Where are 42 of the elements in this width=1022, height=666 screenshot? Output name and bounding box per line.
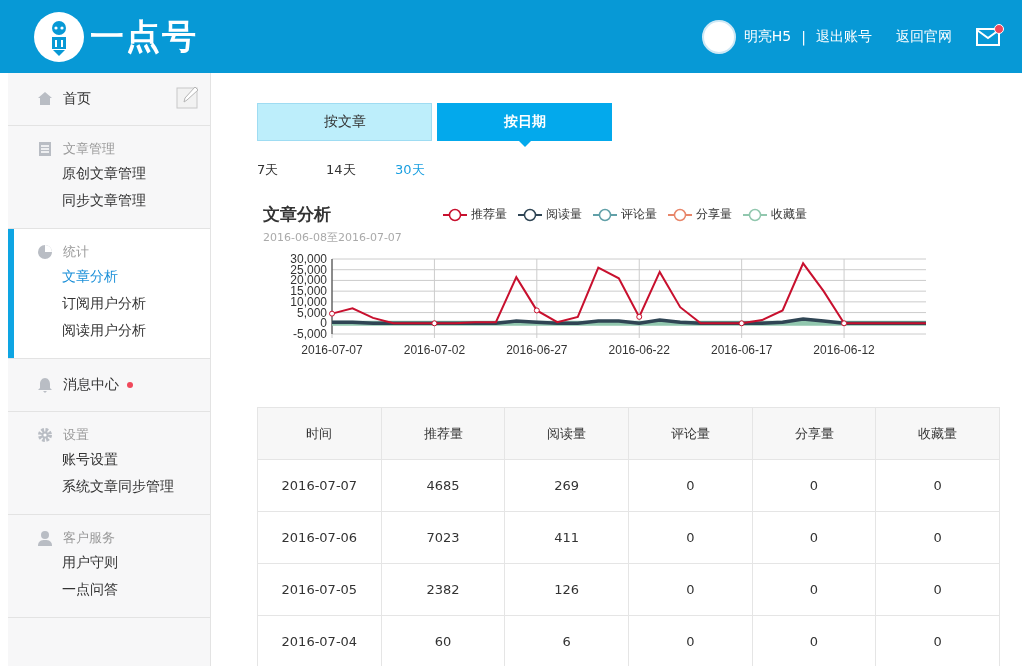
section-heading: 设置 xyxy=(63,426,89,444)
section-heading: 客户服务 xyxy=(63,529,115,547)
y-axis-label: -5,000 xyxy=(292,327,327,341)
separator: | xyxy=(801,28,806,45)
table-cell: 0 xyxy=(752,563,876,616)
table-cell: 0 xyxy=(628,459,753,512)
table-cell: 2016-07-04 xyxy=(257,615,382,666)
table-cell: 126 xyxy=(504,563,629,616)
column-header: 阅读量 xyxy=(504,407,629,460)
column-header: 评论量 xyxy=(628,407,753,460)
column-header: 时间 xyxy=(257,407,382,460)
table-cell: 2016-07-05 xyxy=(257,563,382,616)
x-axis-label: 2016-07-07 xyxy=(301,343,363,357)
chart-title: 文章分析 xyxy=(263,203,332,226)
table-cell: 0 xyxy=(875,563,1000,616)
table-cell: 2016-07-07 xyxy=(257,459,382,512)
table-cell: 4685 xyxy=(381,459,505,512)
date-range-text: 2016-06-08至2016-07-07 xyxy=(263,230,403,245)
x-axis-label: 2016-07-02 xyxy=(403,343,466,357)
user-name: 明亮H5 xyxy=(743,27,792,46)
table-cell: 0 xyxy=(875,459,1000,512)
section-heading: 文章管理 xyxy=(63,140,115,158)
table-cell: 7023 xyxy=(381,511,505,564)
table-cell: 0 xyxy=(752,459,876,512)
section-heading: 统计 xyxy=(63,243,89,261)
column-header: 分享量 xyxy=(752,407,876,460)
table-cell: 0 xyxy=(875,511,1000,564)
y-axis-label: 30,000 xyxy=(290,252,327,266)
column-header: 收藏量 xyxy=(875,407,1000,460)
table-cell: 269 xyxy=(504,459,629,512)
table-cell: 2382 xyxy=(381,563,505,616)
table-cell: 0 xyxy=(752,511,876,564)
table-cell: 0 xyxy=(628,511,753,564)
x-axis-label: 2016-06-17 xyxy=(710,343,773,357)
table-cell: 2016-07-06 xyxy=(257,511,382,564)
x-axis-label: 2016-06-12 xyxy=(813,343,875,357)
table-cell: 0 xyxy=(628,563,753,616)
x-axis-label: 2016-06-22 xyxy=(608,343,670,357)
column-header: 推荐量 xyxy=(381,407,505,460)
table-cell: 411 xyxy=(504,511,629,564)
logo-text: 一点号 xyxy=(90,14,198,58)
x-axis-label: 2016-06-27 xyxy=(506,343,568,357)
